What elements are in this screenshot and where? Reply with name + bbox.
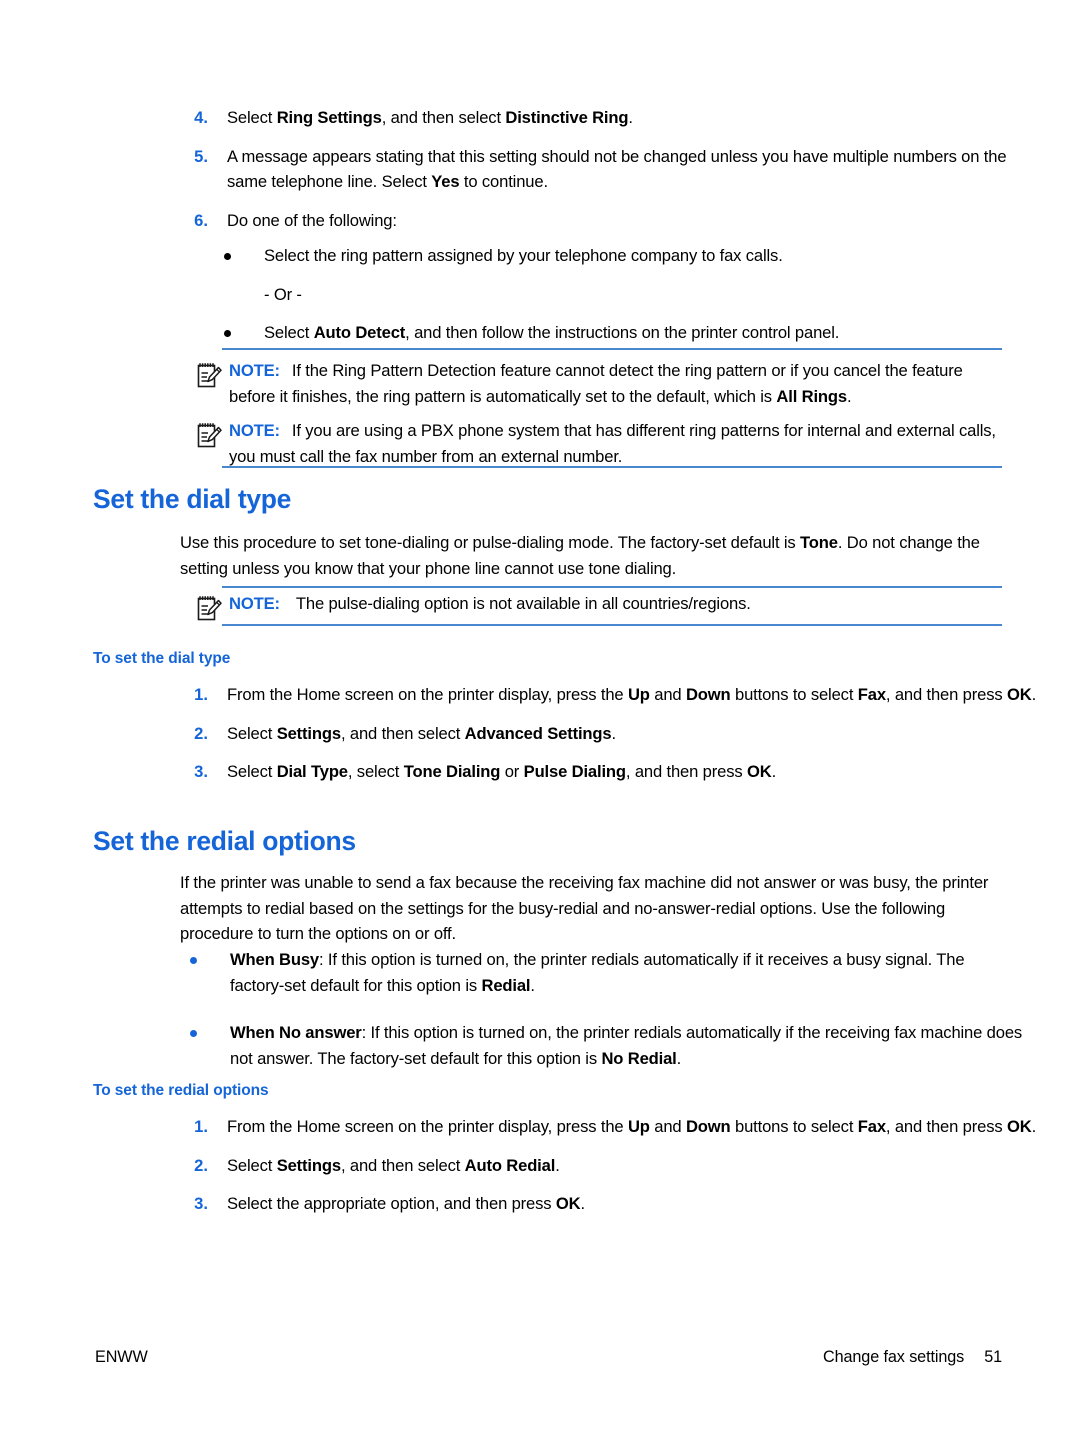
note-block-pulse-dialing: NOTE: The pulse-dialing option is not ava…: [196, 586, 1002, 626]
note-content: If the Ring Pattern Detection feature ca…: [229, 361, 963, 406]
note-text: NOTE: If the Ring Pattern Detection featu…: [229, 358, 1001, 409]
list-text: From the Home screen on the printer disp…: [227, 1117, 1037, 1136]
page-number: 51: [984, 1348, 1002, 1366]
list-item: 1. From the Home screen on the printer d…: [180, 1114, 1036, 1140]
list-number: 4.: [194, 108, 208, 127]
list-item: 1. From the Home screen on the printer d…: [180, 682, 1036, 708]
bullet-icon: [190, 1030, 197, 1037]
list-item: 3. Select Dial Type, select Tone Dialing…: [180, 759, 1000, 785]
list-item: 2. Select Settings, and then select Auto…: [180, 1153, 1000, 1179]
list-text: A message appears stating that this sett…: [227, 146, 1007, 192]
subheading-to-set-the-redial-options: To set the redial options: [93, 1082, 269, 1099]
list-number: 6.: [194, 210, 208, 230]
bulleted-list-do-one-of: Select the ring pattern assigned by your…: [224, 243, 1004, 346]
note-block-ring-pattern: NOTE: If the Ring Pattern Detection featu…: [196, 348, 1002, 468]
list-item: 2. Select Settings, and then select Adva…: [180, 721, 1000, 747]
list-number: 3.: [194, 762, 208, 781]
note-3: NOTE: The pulse-dialing option is not ava…: [196, 591, 1002, 621]
list-item: 6. Do one of the following:: [180, 208, 1000, 234]
list-item: 3. Select the appropriate option, and th…: [180, 1191, 1000, 1217]
note-label: NOTE:: [229, 594, 280, 613]
note-top-rule: [222, 586, 1002, 588]
page-title-set-the-redial-options: Set the redial options: [93, 826, 356, 856]
or-separator-text: - Or -: [264, 284, 302, 304]
list-item: When Busy: If this option is turned on, …: [190, 947, 1000, 998]
list-text: Select Auto Detect, and then follow the …: [264, 323, 840, 342]
list-number: 1.: [194, 685, 208, 704]
numbered-list-continued: 4. Select Ring Settings, and then select…: [180, 105, 1006, 234]
list-number: 1.: [194, 1117, 208, 1136]
list-text: When Busy: If this option is turned on, …: [230, 950, 965, 995]
list-text: Select Ring Settings, and then select Di…: [227, 108, 633, 127]
note-text: NOTE: If you are using a PBX phone system…: [229, 418, 1001, 469]
bulleted-list-redial-options: When Busy: If this option is turned on, …: [190, 947, 1022, 1071]
note-bottom-rule: [222, 466, 1002, 468]
note-top-rule: [222, 348, 1002, 350]
list-item: 5. A message appears stating that this s…: [180, 144, 1006, 195]
note-1: NOTE: If the Ring Pattern Detection featu…: [196, 358, 1002, 409]
list-text: Select Settings, and then select Advance…: [227, 723, 616, 743]
note-bottom-rule: [222, 624, 1002, 626]
section-intro-dial-type: Use this procedure to set tone-dialing o…: [180, 533, 980, 578]
note-2: NOTE: If you are using a PBX phone system…: [196, 418, 1002, 469]
bullet-icon: [224, 330, 231, 337]
note-pad-pen-icon: [196, 594, 222, 622]
page-title-set-the-dial-type: Set the dial type: [93, 484, 292, 514]
bullet-icon: [224, 253, 231, 260]
list-number: 5.: [194, 146, 208, 166]
list-text: Select the appropriate option, and then …: [227, 1194, 585, 1213]
note-label: NOTE:: [229, 361, 280, 380]
note-label: NOTE:: [229, 421, 280, 440]
list-item: When No answer: If this option is turned…: [190, 1020, 1022, 1071]
note-content: The pulse-dialing option is not availabl…: [295, 594, 751, 613]
bullet-icon: [190, 957, 197, 964]
section-intro-redial: If the printer was unable to send a fax …: [180, 873, 989, 943]
list-text: Select Settings, and then select Auto Re…: [227, 1155, 560, 1175]
note-content: If you are using a PBX phone system that…: [229, 421, 996, 466]
note-text: NOTE: The pulse-dialing option is not ava…: [229, 591, 1001, 617]
list-number: 3.: [194, 1194, 208, 1213]
list-number: 2.: [194, 723, 208, 743]
list-text: Do one of the following:: [227, 210, 397, 230]
list-text: From the Home screen on the printer disp…: [227, 685, 1037, 704]
footer-locale-code: ENWW: [95, 1348, 148, 1366]
document-page: 4. Select Ring Settings, and then select…: [0, 0, 1080, 1437]
list-item: Select the ring pattern assigned by your…: [224, 243, 1004, 269]
list-text: Select the ring pattern assigned by your…: [264, 246, 783, 265]
note-pad-pen-icon: [196, 421, 222, 449]
list-text: When No answer: If this option is turned…: [230, 1023, 1023, 1068]
list-text: Select Dial Type, select Tone Dialing or…: [227, 762, 777, 781]
note-pad-pen-icon: [196, 361, 222, 389]
footer-section-title: Change fax settings: [823, 1348, 965, 1366]
numbered-list-redial-options: 1. From the Home screen on the printer d…: [180, 1114, 1036, 1217]
subheading-to-set-the-dial-type: To set the dial type: [93, 650, 231, 667]
list-item: 4. Select Ring Settings, and then select…: [180, 105, 1000, 131]
list-item: Select Auto Detect, and then follow the …: [224, 320, 1004, 346]
list-number: 2.: [194, 1155, 208, 1175]
footer-section-and-page: Change fax settings 51: [823, 1348, 1002, 1367]
numbered-list-dial-type: 1. From the Home screen on the printer d…: [180, 682, 1036, 785]
